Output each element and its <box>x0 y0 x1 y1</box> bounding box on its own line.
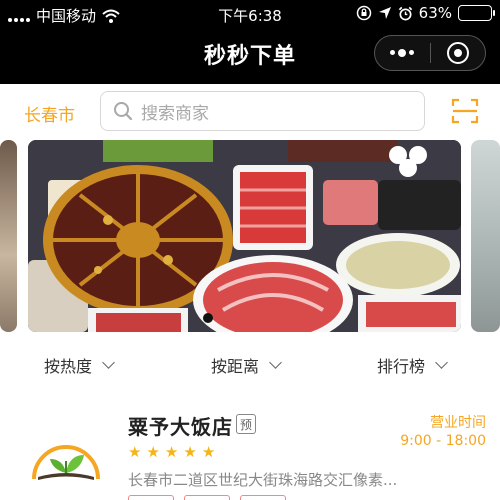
scan-icon[interactable] <box>451 98 479 124</box>
battery-icon <box>458 5 495 21</box>
alarm-icon <box>398 6 412 20</box>
star-icon: ★ <box>183 443 197 461</box>
feature-tag <box>128 495 174 500</box>
location-icon <box>378 7 391 19</box>
star-icon: ★ <box>164 443 179 461</box>
status-right: 63% <box>356 4 495 22</box>
feature-tag <box>184 495 230 500</box>
top-bar: 中国移动 下午6:38 63% 秒秒下单 <box>0 0 500 84</box>
banner-image[interactable] <box>28 140 461 332</box>
filter-by-popularity[interactable]: 按热度 <box>44 353 115 377</box>
hotpot-banner-illustration <box>28 140 461 332</box>
sort-filter-bar: 按热度 按距离 排行榜 <box>0 350 500 378</box>
search-icon <box>114 102 133 121</box>
city-selector[interactable]: 长春市 <box>24 101 75 126</box>
lock-rotation-icon <box>356 5 371 21</box>
filter-by-distance[interactable]: 按距离 <box>211 353 282 377</box>
carousel-indicator <box>203 313 213 323</box>
chevron-down-icon <box>102 356 115 369</box>
mini-program-capsule <box>374 35 486 71</box>
search-input[interactable]: 搜索商家 <box>100 91 425 131</box>
business-hours-value: 9:00 - 18:00 <box>400 433 486 449</box>
restaurant-name[interactable]: 粟予大饭店 <box>128 411 233 440</box>
search-placeholder: 搜索商家 <box>141 103 209 124</box>
chevron-down-icon <box>435 356 448 369</box>
filter-label: 按距离 <box>211 357 260 376</box>
filter-label: 按热度 <box>44 357 93 376</box>
restaurant-address: 长春市二道区世纪大街珠海路交汇像素... <box>128 471 398 489</box>
chevron-down-icon <box>269 356 282 369</box>
star-icon: ★ <box>128 443 142 461</box>
status-bar: 中国移动 下午6:38 63% <box>0 0 500 28</box>
restaurant-logo[interactable] <box>28 421 104 485</box>
star-icon: ★ <box>201 443 216 461</box>
feature-tags <box>128 495 286 500</box>
star-icon: ★ <box>146 443 160 461</box>
feature-tag <box>240 495 286 500</box>
business-hours-label: 营业时间 <box>430 415 486 431</box>
banner-next-slide[interactable] <box>471 140 500 332</box>
battery-percent: 63% <box>418 4 452 22</box>
close-mini-program-icon[interactable] <box>430 42 485 64</box>
banner-prev-slide[interactable] <box>0 140 17 332</box>
rating-stars: ★ ★ ★ ★ ★ <box>128 443 215 461</box>
filter-label: 排行榜 <box>377 357 426 376</box>
reservation-badge: 预 <box>236 414 256 434</box>
filter-ranking[interactable]: 排行榜 <box>377 353 448 377</box>
more-icon[interactable] <box>375 48 430 57</box>
